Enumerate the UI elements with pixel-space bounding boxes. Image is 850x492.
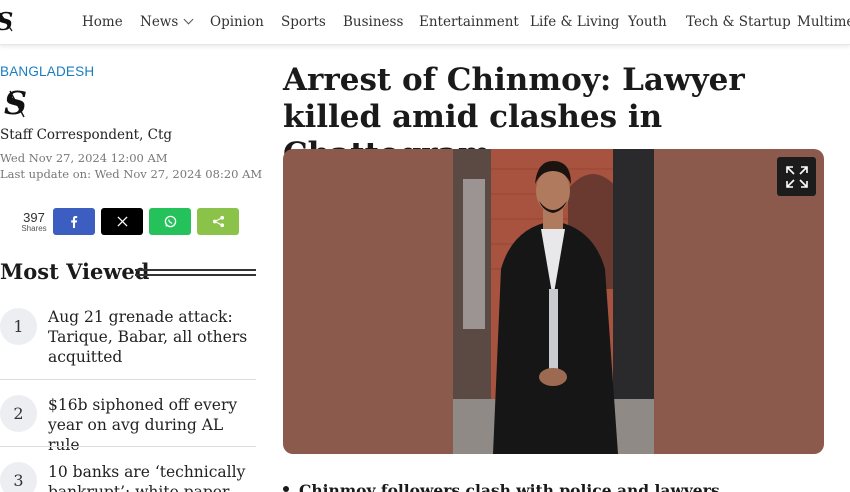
facebook-icon — [71, 215, 78, 228]
bullet-dot — [283, 486, 289, 492]
last-update-date: Last update on: Wed Nov 27, 2024 08:20 A… — [0, 167, 263, 181]
heading-rule — [135, 269, 256, 271]
share-icon — [212, 215, 224, 228]
most-viewed-heading: Most Viewed — [0, 259, 150, 284]
daily-star-logo-icon[interactable]: S — [0, 9, 16, 35]
share-count: 397 — [23, 210, 45, 225]
rank-badge: 1 — [0, 308, 37, 345]
nav-multimedia[interactable]: Multimedia — [797, 14, 850, 30]
nav-entertainment[interactable]: Entertainment — [419, 14, 519, 30]
divider — [0, 379, 256, 380]
rank-badge: 3 — [0, 462, 37, 492]
nav-tech-startup[interactable]: Tech & Startup — [686, 14, 791, 30]
rank-badge: 2 — [0, 395, 37, 432]
sharethis-share-button[interactable] — [197, 208, 239, 235]
nav-youth[interactable]: Youth — [628, 14, 667, 30]
divider — [0, 446, 256, 447]
top-navigation: S Home News Opinion Sports Business Ente… — [0, 0, 850, 45]
fullscreen-button[interactable] — [777, 157, 816, 196]
publish-date: Wed Nov 27, 2024 12:00 AM — [0, 151, 168, 165]
whatsapp-icon — [164, 215, 176, 228]
nav-news[interactable]: News — [140, 14, 194, 30]
article-photo — [453, 149, 654, 454]
share-counter: 397 Shares — [20, 211, 48, 233]
nav-sports[interactable]: Sports — [281, 14, 326, 30]
nav-opinion[interactable]: Opinion — [210, 14, 264, 30]
heading-rule — [135, 274, 256, 276]
share-count-label: Shares — [21, 224, 47, 233]
whatsapp-share-button[interactable] — [149, 208, 191, 235]
chevron-down-icon — [183, 14, 194, 25]
nav-life-living[interactable]: Life & Living — [530, 14, 619, 30]
facebook-share-button[interactable] — [53, 208, 95, 235]
lawyer-photo-illustration — [453, 149, 654, 454]
nav-business[interactable]: Business — [343, 14, 403, 30]
article-category[interactable]: BANGLADESH — [0, 64, 94, 79]
nav-home[interactable]: Home — [82, 14, 123, 30]
author-logo-icon: S — [4, 86, 27, 122]
most-viewed-title[interactable]: 10 banks are ‘technically bankrupt’: whi… — [48, 462, 253, 492]
hero-image[interactable] — [283, 149, 824, 454]
x-share-button[interactable] — [101, 208, 143, 235]
expand-icon — [785, 165, 808, 188]
article-highlight: Chinmoy followers clash with police and … — [299, 481, 720, 492]
x-icon — [116, 216, 128, 227]
author-name[interactable]: Staff Correspondent, Ctg — [0, 127, 172, 143]
nav-news-label: News — [140, 14, 179, 30]
most-viewed-title[interactable]: Aug 21 grenade attack: Tarique, Babar, a… — [48, 307, 253, 367]
